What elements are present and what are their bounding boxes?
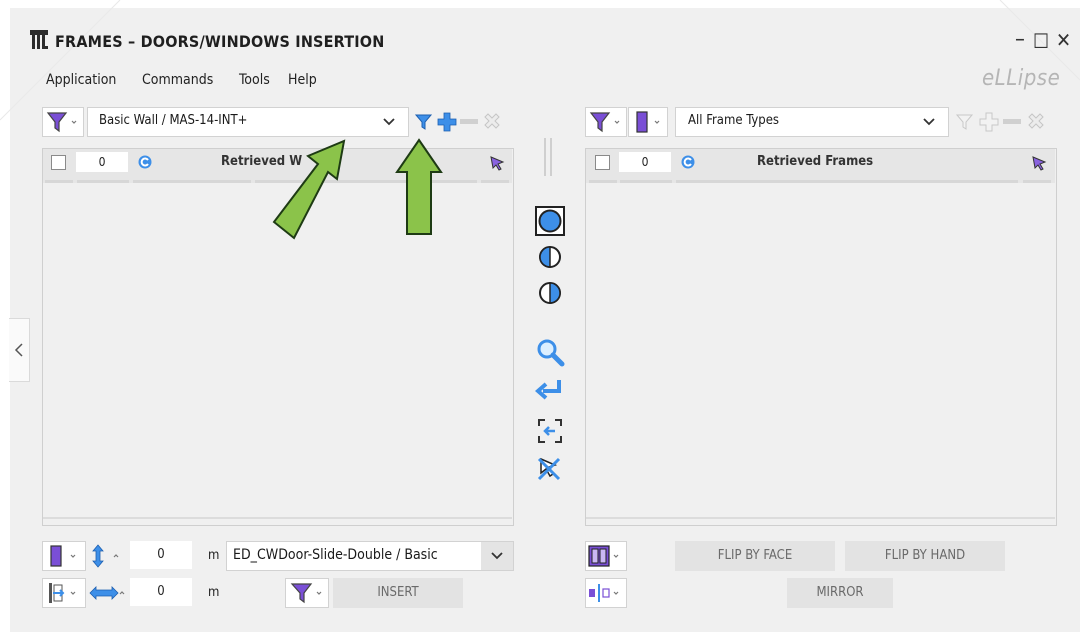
annotation-arrow-up [395,138,443,235]
column-separator [620,180,672,183]
filter-add-icon[interactable] [955,112,975,132]
frame-type-select[interactable]: All Frame Types [675,107,949,137]
panel-divider-left [544,138,546,176]
flip-by-face-button[interactable]: FLIP BY FACE [675,541,835,571]
return-icon[interactable] [535,377,565,403]
select-all-checkbox[interactable] [595,155,610,170]
vertical-offset-icon[interactable] [88,543,122,569]
column-separator [589,180,617,183]
annotation-arrow-diagonal [272,139,346,240]
horizontal-spacing-input[interactable]: 0 [130,578,192,606]
vertical-offset-input[interactable]: 0 [130,541,192,569]
frame-family-dropdown[interactable] [42,541,86,571]
window-title: FRAMES – DOORS/WINDOWS INSERTION [55,32,385,51]
zoom-icon[interactable] [535,337,565,367]
close-button[interactable]: ✕ [1056,28,1071,52]
sidebar-collapse-tab[interactable] [9,318,30,382]
frame-type-value: All Frame Types [688,113,780,128]
wall-type-select[interactable]: Basic Wall / MAS-14-INT+ [87,107,409,137]
menu-help[interactable]: Help [288,72,317,88]
minus-icon[interactable] [459,117,479,127]
horizontal-spacing-icon[interactable] [88,580,128,606]
wall-type-value: Basic Wall / MAS-14-INT+ [99,113,248,128]
app-logo-icon [30,30,48,50]
family-type-value: ED_CWDoor-Slide-Double / Basic [233,547,438,563]
filter-icon [46,112,77,133]
list-footer-line [586,517,1055,519]
horizontal-spacing-unit: m [208,585,220,600]
flip-by-hand-button[interactable]: FLIP BY HAND [845,541,1005,571]
plus-icon[interactable] [979,112,999,132]
column-separator [45,180,73,183]
mirror-icon [589,584,619,602]
column-separator [676,180,1018,183]
circle-full-icon[interactable] [535,206,565,236]
insert-button[interactable]: INSERT [333,578,463,608]
column-separator [481,180,509,183]
brand-logo: eLLipse [982,66,1061,91]
menu-application[interactable]: Application [46,72,116,88]
list-footer-line [43,517,512,519]
column-separator [1023,180,1051,183]
wall-count: 0 [76,152,128,172]
filter-add-icon[interactable] [414,112,434,132]
filter-icon [290,583,322,604]
right-list-title: Retrieved Frames [757,154,874,169]
plus-icon[interactable] [437,112,457,132]
fit-view-icon[interactable] [537,418,563,444]
alignment-dropdown[interactable] [42,578,86,608]
right-filter-dropdown-button[interactable] [585,107,627,137]
refresh-icon[interactable] [137,154,153,170]
maximize-button[interactable]: ☐ [1033,29,1049,53]
frame-icon [50,545,76,567]
insert-filter-dropdown[interactable] [285,578,329,608]
frame-category-dropdown[interactable] [628,107,668,137]
align-icon [49,583,76,603]
column-separator [133,180,251,183]
chevron-down-icon [923,118,935,126]
double-frame-icon [588,545,619,567]
circle-half-left-icon[interactable] [537,244,563,270]
select-cursor-icon[interactable] [1031,155,1047,171]
chevron-down-icon [491,552,503,560]
minus-icon[interactable] [1002,117,1022,127]
filter-dropdown-button[interactable] [42,107,84,137]
chevron-down-icon [383,118,395,126]
retrieved-frames-list[interactable] [585,148,1057,526]
filter-icon [589,112,620,133]
family-type-select[interactable]: ED_CWDoor-Slide-Double / Basic [226,541,514,571]
remove-selection-icon[interactable] [535,455,565,483]
clear-icon[interactable] [482,111,502,131]
column-separator [77,180,129,183]
menu-tools[interactable]: Tools [239,72,270,88]
panel-divider-right [550,138,552,176]
vertical-offset-unit: m [208,548,220,563]
select-all-checkbox[interactable] [51,155,66,170]
clear-icon[interactable] [1026,111,1046,131]
select-cursor-icon[interactable] [489,155,505,171]
collapse-chevron-icon [14,343,23,357]
minimize-button[interactable]: – [1015,27,1025,52]
orientation-dropdown[interactable] [585,541,627,571]
mirror-button[interactable]: MIRROR [787,578,893,608]
mirror-axis-dropdown[interactable] [585,578,627,608]
frame-icon [636,111,660,133]
refresh-icon[interactable] [680,154,696,170]
menu-commands[interactable]: Commands [142,72,213,88]
frame-count: 0 [619,152,671,172]
circle-half-right-icon[interactable] [537,280,563,306]
family-dropdown-button[interactable] [481,542,513,570]
